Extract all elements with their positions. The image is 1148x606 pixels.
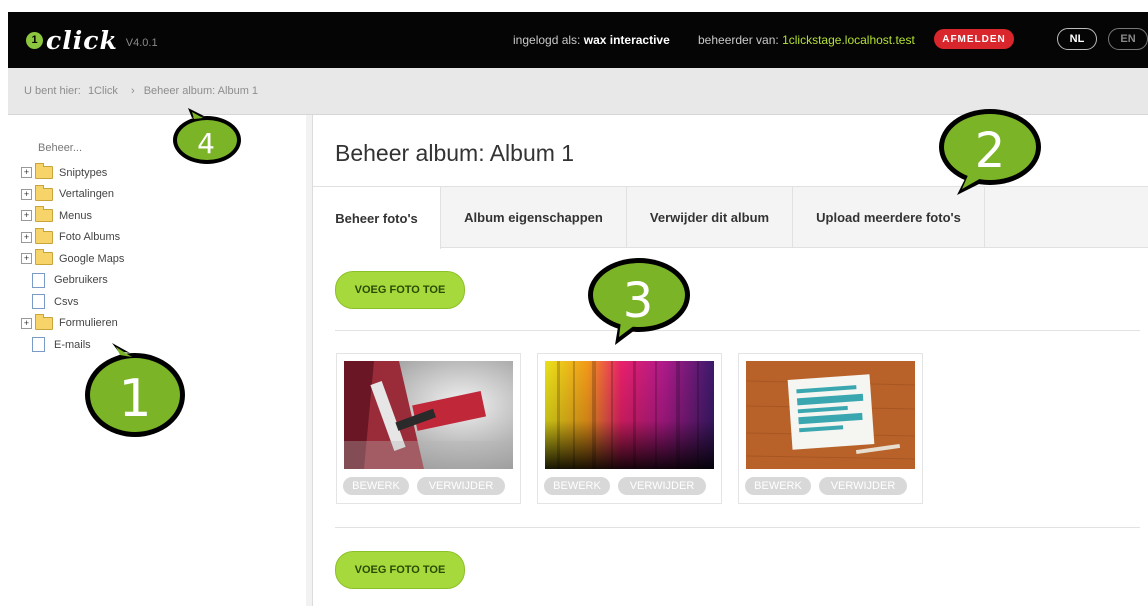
admin-label: beheerder van:: [698, 33, 779, 47]
tab-album-eigenschappen[interactable]: Album eigenschappen: [441, 187, 627, 247]
callout-3: 3: [583, 255, 693, 347]
sidebar-item-menus[interactable]: + Menus: [21, 205, 124, 227]
folder-icon: [35, 249, 53, 266]
top-bar: 1 click V4.0.1 ingelogd als: wax interac…: [8, 12, 1148, 68]
callout-4: 4: [170, 108, 242, 166]
logged-in-label: ingelogd als:: [513, 33, 581, 47]
delete-photo-button[interactable]: VERWIJDER: [417, 477, 505, 495]
photo-card: BEWERK VERWIJDER: [336, 353, 521, 504]
folder-icon: [35, 184, 53, 201]
divider: [335, 527, 1140, 528]
logged-in-user: wax interactive: [583, 33, 670, 47]
folder-icon: [35, 313, 53, 330]
expand-icon[interactable]: +: [21, 317, 32, 329]
lang-en-button[interactable]: EN: [1108, 28, 1148, 50]
sidebar-item-label: Vertalingen: [59, 188, 115, 201]
add-photo-button-top[interactable]: VOEG FOTO TOE: [335, 271, 465, 309]
sidebar-item-csvs[interactable]: Csvs: [21, 291, 124, 313]
sidebar-item-vertalingen[interactable]: + Vertalingen: [21, 184, 124, 206]
breadcrumb-current: Beheer album: Album 1: [143, 85, 259, 97]
expand-icon[interactable]: +: [21, 231, 32, 243]
admin-info: beheerder van: 1clickstage.localhost.tes…: [698, 33, 915, 47]
sidebar-item-label: Menus: [59, 209, 93, 222]
sidebar-item-label: Foto Albums: [59, 231, 121, 244]
lang-nl-button[interactable]: NL: [1057, 28, 1097, 50]
logo-badge: 1: [26, 31, 43, 49]
logout-button[interactable]: AFMELDEN: [934, 29, 1014, 49]
tree: + Sniptypes + Vertalingen + Menus + Foto…: [21, 162, 124, 356]
breadcrumb: U bent hier: 1Click › Beheer album: Albu…: [24, 85, 262, 97]
folder-icon: [35, 227, 53, 244]
version-label: V4.0.1: [125, 37, 158, 49]
sidebar-item-foto-albums[interactable]: + Foto Albums: [21, 227, 124, 249]
page-title: Beheer album: Album 1: [335, 140, 575, 166]
callout-number: 4: [197, 126, 215, 160]
callout-number: 3: [622, 273, 654, 329]
delete-photo-button[interactable]: VERWIJDER: [819, 477, 907, 495]
folder-icon: [35, 163, 53, 180]
sidebar-item-gebruikers[interactable]: Gebruikers: [21, 270, 124, 292]
tree-root[interactable]: Beheer...: [38, 142, 82, 154]
logo-text: click: [46, 25, 118, 55]
page-icon: [32, 294, 45, 310]
sidebar-item-label: Sniptypes: [59, 166, 108, 179]
breadcrumb-home[interactable]: 1Click: [88, 85, 118, 97]
photo-thumbnail-notebook[interactable]: [746, 361, 915, 469]
callout-2: 2: [935, 105, 1045, 197]
logo[interactable]: 1 click V4.0.1: [26, 25, 158, 55]
callout-1: 1: [80, 343, 190, 443]
sidebar-splitter[interactable]: [306, 115, 313, 606]
photo-card: BEWERK VERWIJDER: [738, 353, 923, 504]
logged-in-info: ingelogd als: wax interactive: [513, 33, 670, 47]
sidebar-item-label: Gebruikers: [54, 274, 108, 287]
page-icon: [32, 272, 45, 288]
breadcrumb-prefix: U bent hier:: [24, 85, 81, 97]
photo-card: BEWERK VERWIJDER: [537, 353, 722, 504]
sidebar-item-google-maps[interactable]: + Google Maps: [21, 248, 124, 270]
sidebar-item-sniptypes[interactable]: + Sniptypes: [21, 162, 124, 184]
expand-icon[interactable]: +: [21, 210, 32, 222]
expand-icon[interactable]: +: [21, 188, 32, 200]
expand-icon[interactable]: +: [21, 253, 32, 265]
divider: [335, 330, 1140, 331]
edit-photo-button[interactable]: BEWERK: [544, 477, 610, 495]
tab-beheer-fotos[interactable]: Beheer foto's: [313, 187, 441, 249]
callout-number: 1: [118, 369, 152, 429]
sidebar-item-label: Csvs: [54, 295, 79, 308]
edit-photo-button[interactable]: BEWERK: [745, 477, 811, 495]
edit-photo-button[interactable]: BEWERK: [343, 477, 409, 495]
add-photo-button-bottom[interactable]: VOEG FOTO TOE: [335, 551, 465, 589]
folder-icon: [35, 206, 53, 223]
callout-number: 2: [974, 123, 1006, 179]
admin-site-link[interactable]: 1clickstage.localhost.test: [782, 33, 915, 47]
sidebar-item-label: Google Maps: [59, 252, 125, 265]
expand-icon[interactable]: +: [21, 167, 32, 179]
photo-thumbnail-spectrum[interactable]: [545, 361, 714, 469]
sidebar-item-formulieren[interactable]: + Formulieren: [21, 313, 124, 335]
photo-thumbnail-heart-design[interactable]: [344, 361, 513, 469]
sidebar-item-label: Formulieren: [59, 317, 118, 330]
delete-photo-button[interactable]: VERWIJDER: [618, 477, 706, 495]
breadcrumb-separator: ›: [130, 85, 135, 97]
tab-verwijder-album[interactable]: Verwijder dit album: [627, 187, 793, 247]
page-icon: [32, 337, 45, 353]
